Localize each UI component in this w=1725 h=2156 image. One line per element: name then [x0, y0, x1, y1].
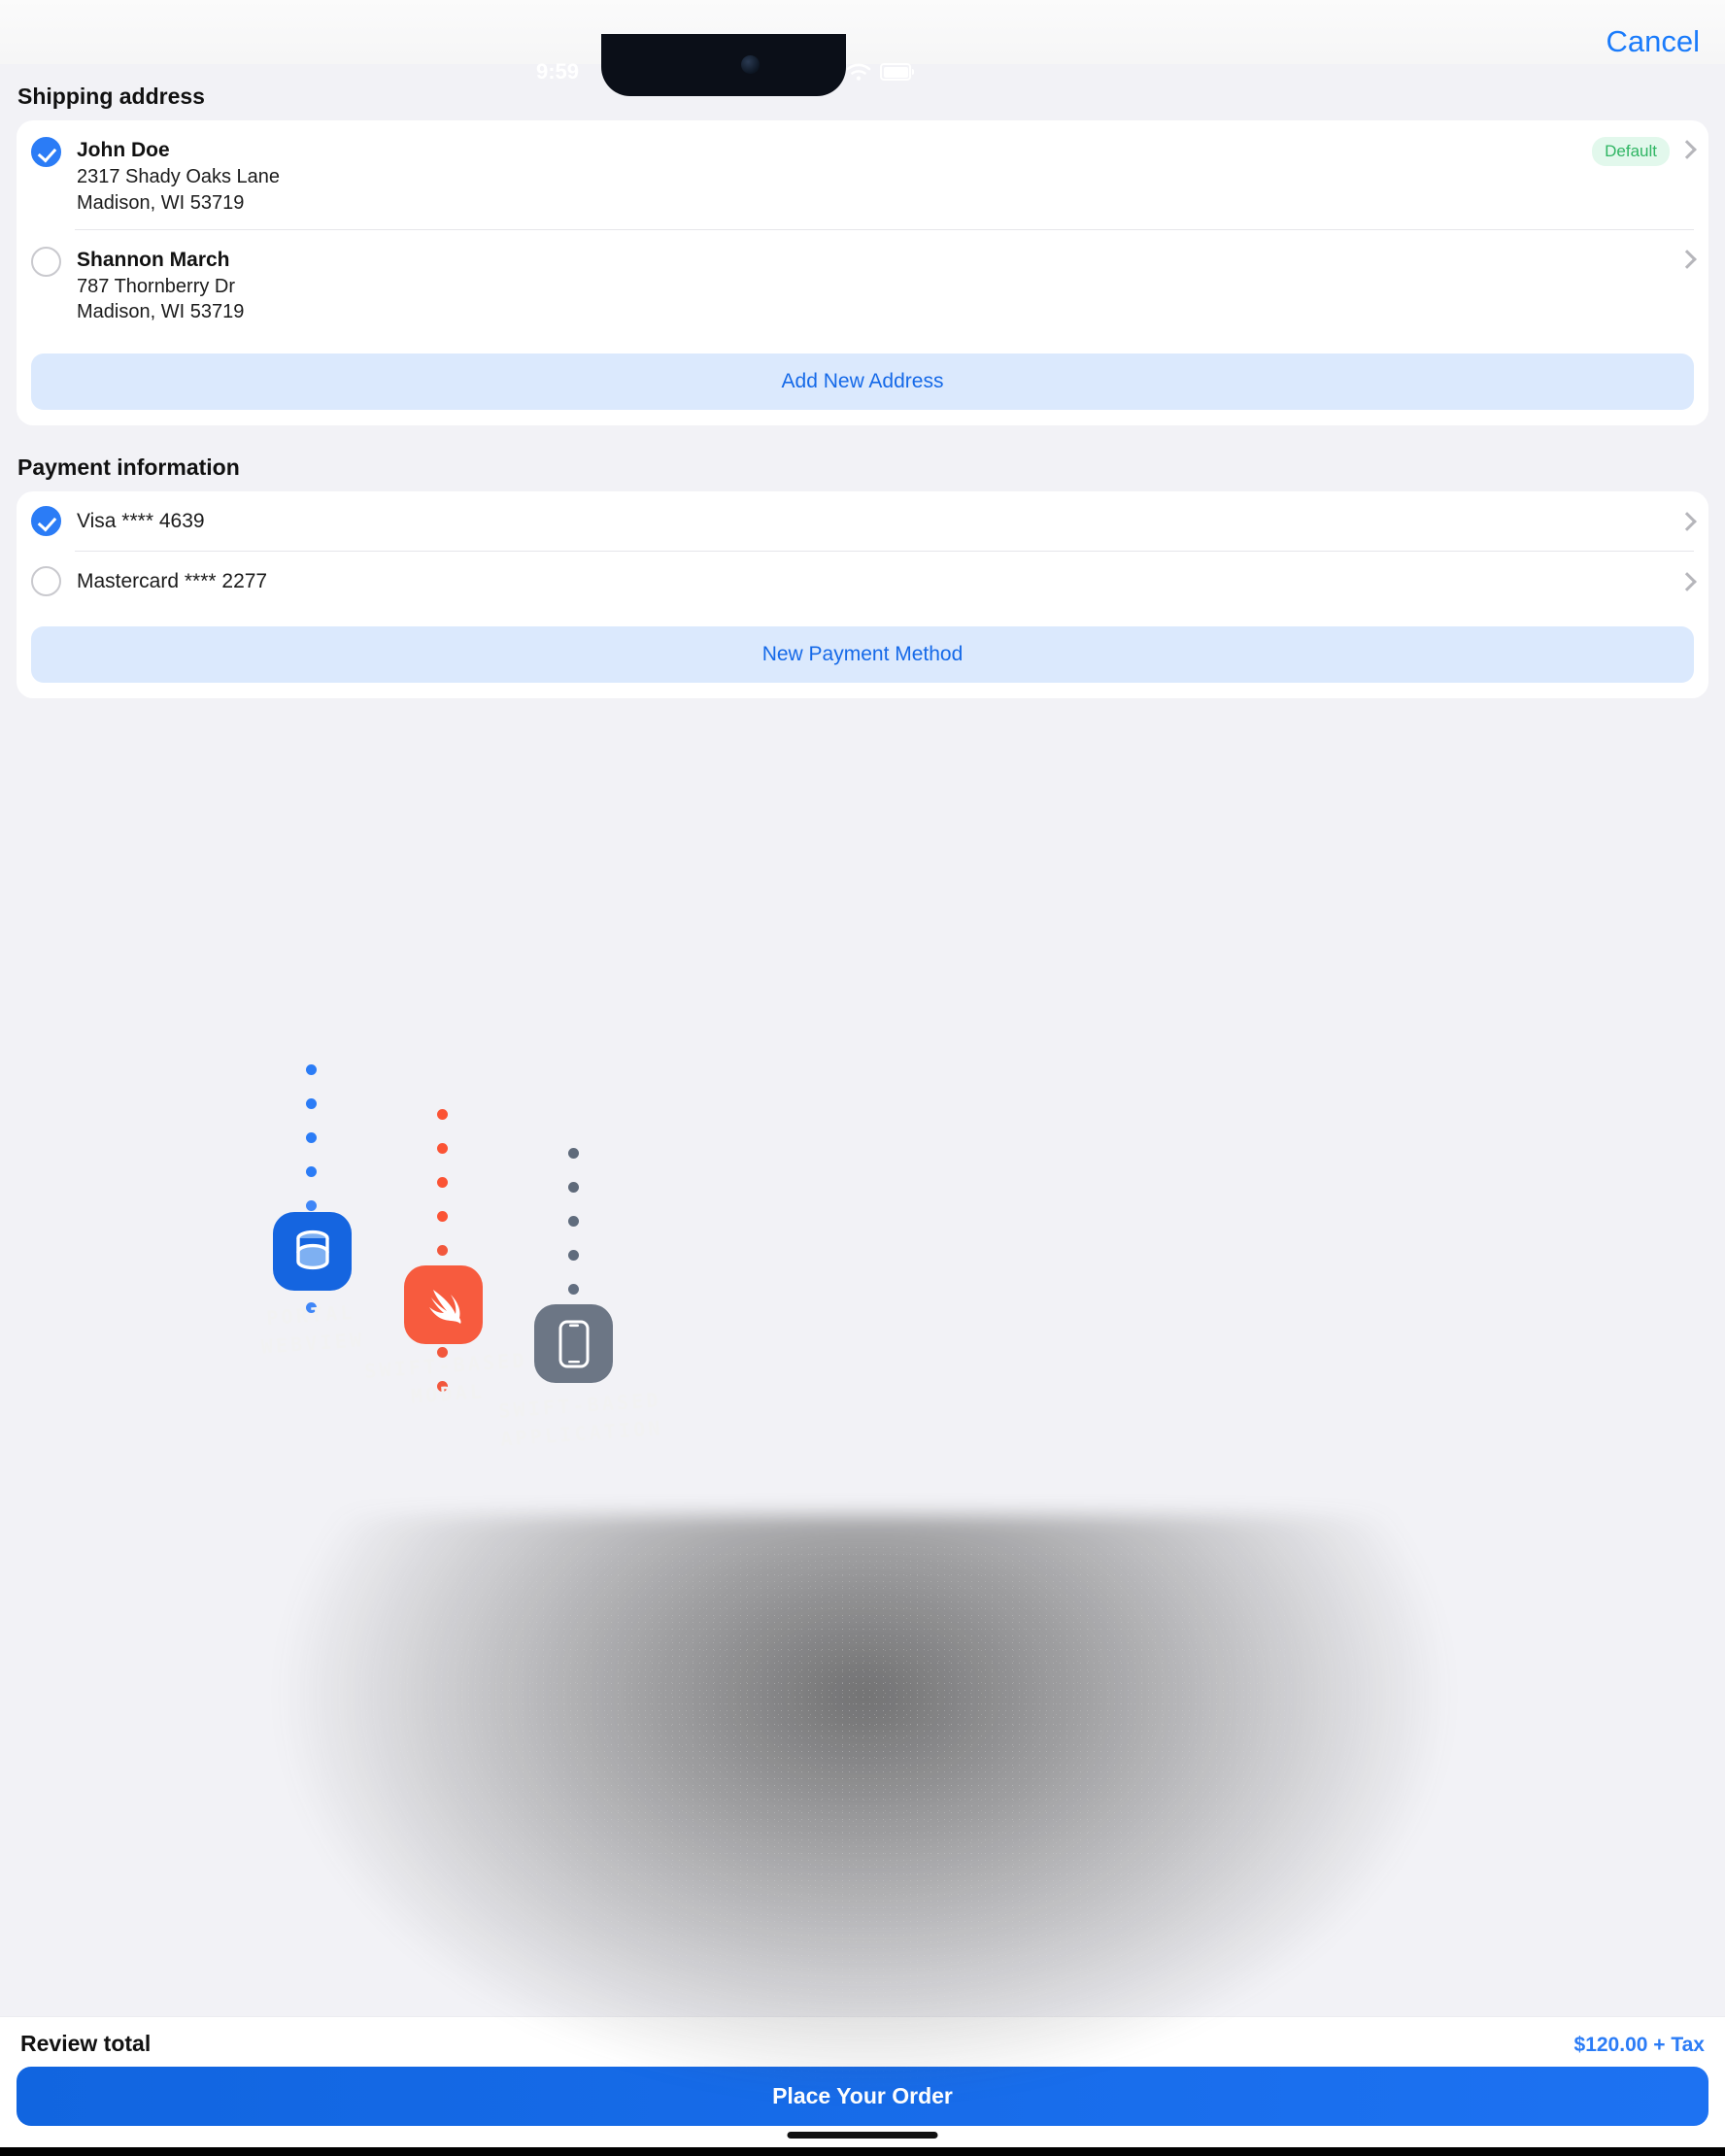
- database-icon: [295, 1230, 329, 1269]
- connector-dots-portal: [306, 1064, 317, 1336]
- battery-icon: [880, 63, 914, 81]
- composition-stage: c Headband 9:59: [0, 0, 1725, 2156]
- noise-texture: [214, 1544, 1515, 2127]
- status-time: 9:59: [536, 59, 580, 84]
- legend-icon-swift-application: [534, 1304, 613, 1383]
- wifi-icon: [846, 63, 871, 81]
- legend-label-portal-webview: PORTAL WEBVIEW: [259, 1299, 366, 1359]
- legend-icon-swift-modal: [404, 1265, 483, 1344]
- notch: [601, 34, 846, 96]
- phone-device-icon: [558, 1320, 589, 1367]
- legend-icon-portal-webview: [273, 1212, 352, 1291]
- swift-bird-icon: [428, 1289, 461, 1324]
